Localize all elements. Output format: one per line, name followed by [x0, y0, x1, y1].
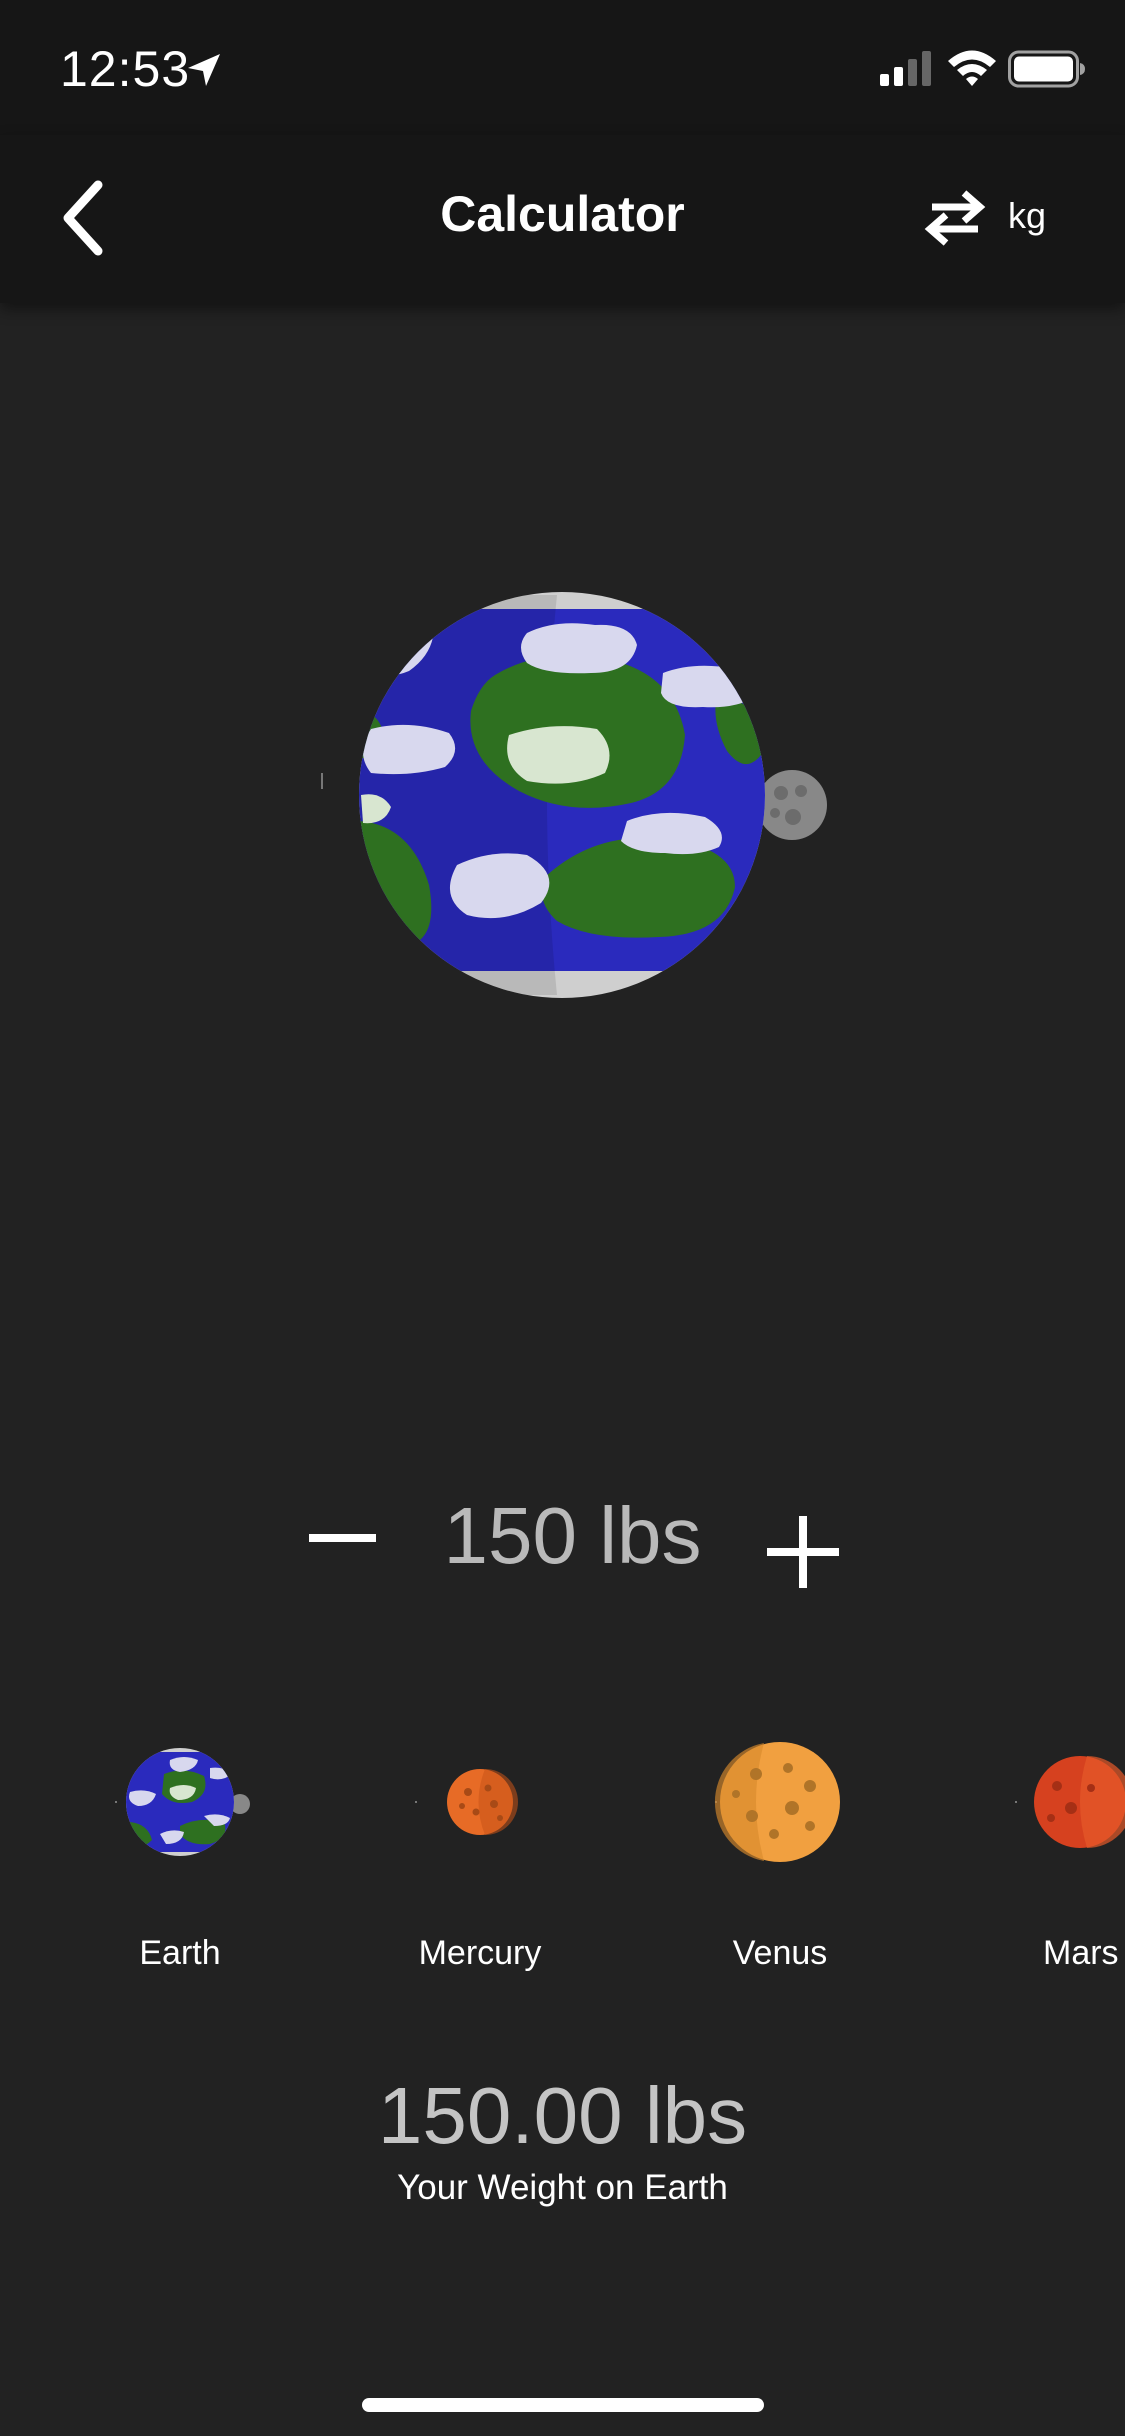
- status-bar: 12:53: [0, 0, 1125, 135]
- planet-item-earth[interactable]: Earth: [60, 1730, 300, 1990]
- weight-input-value[interactable]: 150 lbs: [380, 1490, 765, 1582]
- earth-hero-icon: [359, 592, 827, 998]
- planet-carousel[interactable]: Earth Mercury Venus Mars: [0, 1730, 1125, 1990]
- result-weight: 150.00 lbs: [377, 2071, 748, 2160]
- planet-item-venus[interactable]: Venus: [660, 1730, 900, 1990]
- status-time: 12:53: [60, 41, 191, 97]
- swap-arrows-icon[interactable]: [920, 183, 990, 253]
- wifi-icon: [948, 50, 996, 86]
- mercury-icon: [415, 1769, 518, 1835]
- planet-label: Venus: [732, 1934, 828, 1972]
- plus-icon[interactable]: [763, 1512, 843, 1592]
- battery-icon: [1008, 50, 1085, 88]
- venus-icon: [714, 1742, 840, 1862]
- result-caption: Your Weight on Earth: [397, 2168, 728, 2207]
- home-indicator[interactable]: [362, 2398, 764, 2412]
- location-arrow-icon: [188, 54, 220, 86]
- mars-icon: [1015, 1756, 1125, 1848]
- unit-toggle-button[interactable]: kg: [1008, 195, 1046, 237]
- cellular-signal-icon: [880, 51, 931, 86]
- planet-item-mars[interactable]: Mars: [995, 1730, 1125, 1990]
- minus-icon[interactable]: [305, 1500, 380, 1575]
- planet-item-mercury[interactable]: Mercury: [360, 1730, 600, 1990]
- nav-bar: Calculator kg: [0, 135, 1125, 303]
- planet-label: Mercury: [418, 1934, 542, 1972]
- earth-icon: [115, 1748, 250, 1856]
- planet-label: Earth: [139, 1934, 221, 1972]
- planet-label: Mars: [1043, 1934, 1119, 1972]
